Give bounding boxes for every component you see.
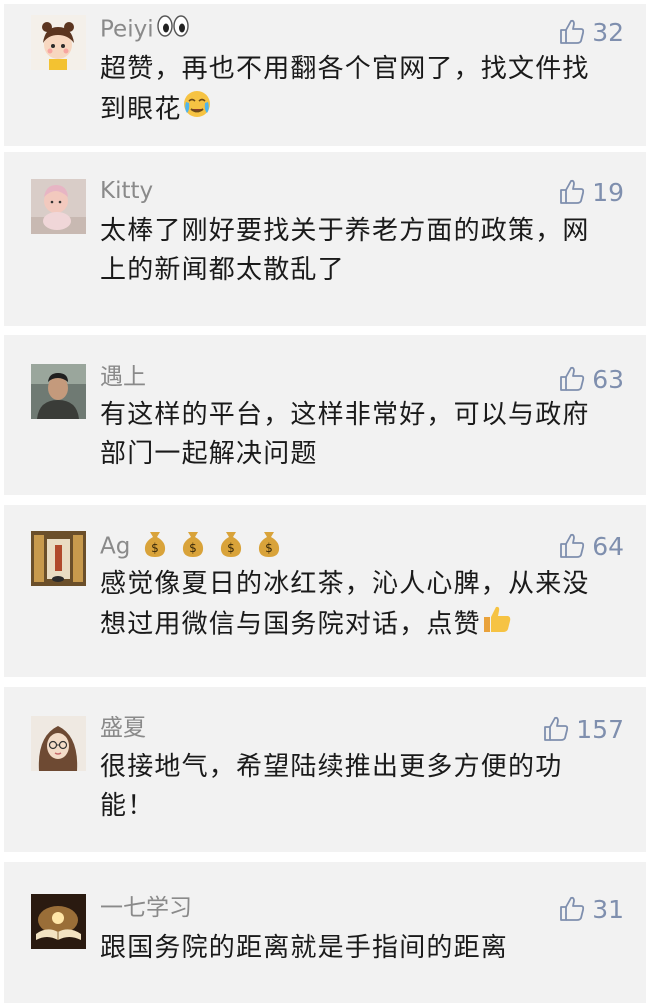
like-count: 32 <box>592 17 624 47</box>
avatar[interactable] <box>31 15 86 70</box>
like-count: 157 <box>576 714 624 744</box>
comment-text: 有这样的平台，这样非常好，可以与政府部门一起解决问题 <box>100 400 590 469</box>
svg-text:$: $ <box>227 541 235 555</box>
like-button[interactable]: 157 <box>542 712 624 746</box>
thumbs-up-icon <box>560 19 585 44</box>
avatar[interactable] <box>31 364 86 419</box>
crying-face-icon <box>182 89 212 131</box>
thumbs-up-icon <box>560 533 585 558</box>
man-photo-icon <box>31 364 86 419</box>
like-count: 31 <box>592 894 624 924</box>
comment-card: 盛夏 157 很接地气，希望陆续推出更多方便的功能！ <box>4 687 646 852</box>
cartoon-girl-icon <box>31 15 86 70</box>
avatar[interactable] <box>31 716 86 771</box>
svg-text:$: $ <box>189 541 197 555</box>
hallway-photo-icon <box>31 531 86 586</box>
girl-glasses-drawing-icon <box>31 716 86 771</box>
avatar[interactable] <box>31 894 86 949</box>
like-count: 19 <box>592 177 624 207</box>
svg-text:$: $ <box>265 541 273 555</box>
baby-photo-icon <box>31 179 86 234</box>
like-button[interactable]: 31 <box>558 892 624 926</box>
comment-author[interactable]: 盛夏 <box>100 713 146 743</box>
comment-card: 一七学习 31 跟国务院的距离就是手指间的距离 <box>4 862 646 1003</box>
thumbs-up-icon <box>560 179 585 204</box>
comment-card: Ag $ $ $ $ 64 感觉像夏日的冰红茶，沁人心脾，从来没想过用微信与国务… <box>4 505 646 677</box>
thumbs-up-icon <box>560 366 585 391</box>
like-button[interactable]: 32 <box>558 15 624 49</box>
like-button[interactable]: 64 <box>558 529 624 563</box>
comment-author[interactable]: 一七学习 <box>100 893 192 923</box>
comment-card: 遇上 63 有这样的平台，这样非常好，可以与政府部门一起解决问题 <box>4 335 646 495</box>
thumbs-up-icon <box>544 716 569 741</box>
comment-author[interactable]: 遇上 <box>100 362 146 392</box>
comment-text: 跟国务院的距离就是手指间的距离 <box>100 933 509 963</box>
open-book-photo-icon <box>31 894 86 949</box>
comment-author[interactable]: Kitty <box>100 176 153 206</box>
like-button[interactable]: 63 <box>558 362 624 396</box>
comment-text: 超赞，再也不用翻各个官网了，找文件找到眼花 <box>100 50 600 131</box>
comment-card: Kitty 19 太棒了刚好要找关于养老方面的政策，网上的新闻都太散乱了 <box>4 152 646 326</box>
thumbs-up-icon <box>560 896 585 921</box>
comment-text: 太棒了刚好要找关于养老方面的政策，网上的新闻都太散乱了 <box>100 216 590 285</box>
eyes-icon <box>156 14 190 46</box>
money-bag-icon: $ $ $ $ <box>140 528 290 566</box>
comment-author[interactable]: Peiyi <box>100 14 190 46</box>
comment-author[interactable]: Ag $ $ $ $ <box>100 528 290 566</box>
svg-text:$: $ <box>151 541 159 555</box>
comment-text: 很接地气，希望陆续推出更多方便的功能！ <box>100 752 563 821</box>
comment-text: 感觉像夏日的冰红茶，沁人心脾，从来没想过用微信与国务院对话，点赞 <box>100 565 600 646</box>
comment-card: Peiyi 32 超赞，再也不用翻各个官网了，找文件找到眼花 <box>4 4 646 146</box>
like-count: 64 <box>592 531 624 561</box>
like-button[interactable]: 19 <box>558 175 624 209</box>
thumbs-up-emoji-icon <box>481 604 513 646</box>
like-count: 63 <box>592 364 624 394</box>
avatar[interactable] <box>31 531 86 586</box>
avatar[interactable] <box>31 179 86 234</box>
